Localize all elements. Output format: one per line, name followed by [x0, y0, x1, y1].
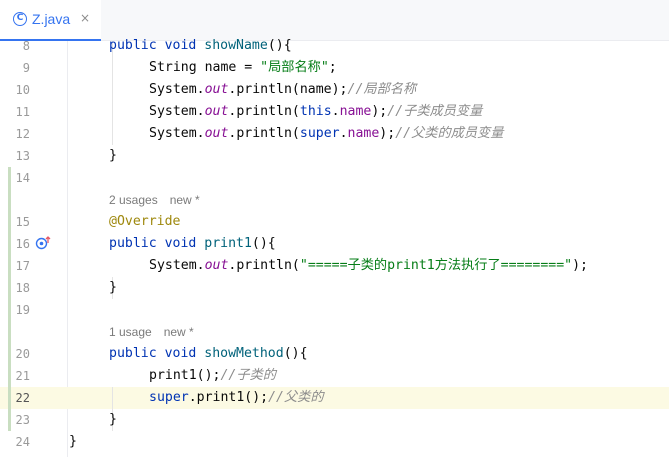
close-icon[interactable]: ×	[80, 11, 90, 25]
code-line[interactable]: public void print1(){	[109, 233, 276, 255]
class-c-icon: C	[13, 12, 27, 26]
code-token: //父类的成员变量	[395, 126, 504, 141]
line-number: 11	[15, 105, 30, 119]
line-number: 17	[15, 259, 30, 273]
code-token: .println(	[228, 258, 300, 273]
code-token: );	[379, 126, 396, 141]
code-token: .println(	[228, 126, 300, 141]
code-token: showMethod	[204, 346, 284, 361]
code-token: }	[109, 148, 117, 163]
code-line[interactable]: }	[109, 277, 117, 299]
code-token: public	[109, 38, 165, 53]
code-token: print1	[204, 236, 252, 251]
code-token: "局部名称"	[260, 60, 329, 75]
code-token: );	[371, 104, 388, 119]
author-hint[interactable]: new *	[170, 193, 200, 207]
code-token: super	[149, 390, 189, 405]
line-number: 15	[15, 215, 30, 229]
line-number: 24	[15, 435, 30, 449]
code-token: void	[164, 346, 205, 361]
code-line[interactable]: public void showMethod(){	[109, 343, 308, 365]
line-number: 22	[15, 391, 30, 405]
usages-hint[interactable]: 2 usages new *	[109, 189, 200, 211]
override-icon[interactable]	[35, 236, 53, 250]
code-token: showName	[204, 38, 268, 53]
line-number: 20	[15, 347, 30, 361]
line-number: 8	[22, 39, 30, 53]
code-token: .print1();	[188, 390, 269, 405]
code-token: (){	[267, 38, 292, 53]
code-token: System.	[149, 258, 205, 273]
code-token: //父类的	[268, 390, 324, 405]
line-number: 14	[15, 171, 30, 185]
tab-title: Z.java	[32, 11, 71, 27]
code-token: .	[331, 104, 340, 119]
code-line[interactable]: String name = "局部名称";	[149, 57, 337, 79]
code-token: .println(name);	[228, 82, 348, 97]
code-token: .println(	[228, 104, 300, 119]
code-line[interactable]: }	[109, 409, 117, 431]
usages-count[interactable]: 1 usage	[109, 325, 152, 339]
code-editor[interactable]: 8 public void showName(){9 String name = "…	[0, 38, 669, 457]
editor-tab-bar: C Z.java ×	[0, 0, 669, 41]
code-token: System.	[149, 104, 205, 119]
line-number: 23	[15, 413, 30, 427]
code-line[interactable]: System.out.println("=====子类的print1方法执行了=…	[149, 255, 588, 277]
code-token: super	[299, 126, 340, 141]
code-token: out	[204, 82, 229, 97]
code-token: System.	[149, 82, 205, 97]
code-token: ;	[328, 60, 337, 75]
usages-count[interactable]: 2 usages	[109, 193, 158, 207]
code-token: out	[204, 258, 229, 273]
code-token: out	[204, 126, 229, 141]
usages-hint[interactable]: 1 usage new *	[109, 321, 194, 343]
line-number: 9	[22, 61, 30, 75]
code-token: //子类成员变量	[387, 104, 483, 119]
line-number: 12	[15, 127, 30, 141]
line-number: 13	[15, 149, 30, 163]
code-line[interactable]: print1();//子类的	[149, 365, 276, 387]
code-token: public	[109, 346, 165, 361]
code-token: }	[69, 434, 77, 449]
code-line[interactable]: @Override	[109, 211, 180, 233]
code-line[interactable]: System.out.println(name);//局部名称	[149, 79, 416, 101]
current-line-highlight	[0, 387, 669, 409]
code-token: void	[164, 236, 205, 251]
line-number: 19	[15, 303, 30, 317]
code-token: (){	[283, 346, 308, 361]
code-token: this	[299, 104, 332, 119]
code-token: String name =	[149, 60, 261, 75]
code-token: .	[339, 126, 348, 141]
code-token: "=====子类的print1方法执行了========"	[299, 258, 573, 273]
code-token: print1();	[149, 368, 221, 383]
code-token: );	[572, 258, 588, 273]
code-token: out	[204, 104, 229, 119]
code-token: }	[109, 280, 117, 295]
code-token: name	[339, 104, 372, 119]
code-token: void	[164, 38, 205, 53]
code-line[interactable]: System.out.println(super.name);//父类的成员变量	[149, 123, 503, 145]
code-line[interactable]: System.out.println(this.name);//子类成员变量	[149, 101, 482, 123]
code-token: @Override	[109, 214, 181, 229]
code-line[interactable]: }	[69, 431, 77, 453]
code-token: name	[347, 126, 380, 141]
code-token: //子类的	[220, 368, 276, 383]
code-line[interactable]: super.print1();//父类的	[149, 387, 324, 409]
line-number: 21	[15, 369, 30, 383]
author-hint[interactable]: new *	[164, 325, 194, 339]
line-number: 10	[15, 83, 30, 97]
code-line[interactable]: }	[109, 145, 117, 167]
code-token: //局部名称	[347, 82, 417, 97]
code-line[interactable]: public void showName(){	[109, 35, 292, 57]
code-token: (){	[251, 236, 276, 251]
line-number: 18	[15, 281, 30, 295]
code-token: }	[109, 412, 117, 427]
code-token: public	[109, 236, 165, 251]
code-token: System.	[149, 126, 205, 141]
line-number: 16	[15, 237, 30, 251]
